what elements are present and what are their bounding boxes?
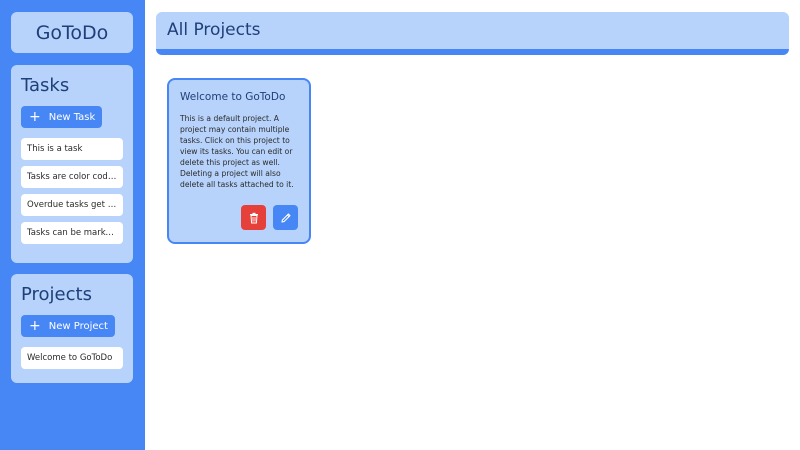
trash-icon	[249, 212, 258, 223]
tasks-panel: Tasks + New Task This is a task Tasks ar…	[11, 65, 133, 263]
new-task-button[interactable]: + New Task	[21, 106, 103, 128]
tasks-heading: Tasks	[21, 75, 70, 96]
page-title: All Projects	[167, 20, 261, 40]
new-task-label: New Task	[48, 111, 96, 123]
plus-icon: +	[29, 109, 41, 125]
new-project-button[interactable]: + New Project	[21, 315, 115, 337]
task-list-item[interactable]: This is a task	[21, 138, 123, 160]
new-project-label: New Project	[48, 320, 108, 332]
project-card-title: Welcome to GoToDo	[180, 91, 286, 103]
delete-project-button[interactable]	[241, 205, 266, 230]
task-list-item[interactable]: Tasks are color coded	[21, 166, 123, 188]
task-list-item[interactable]: Overdue tasks get re...	[21, 194, 123, 216]
project-card-description: This is a default project. A project may…	[180, 114, 294, 189]
app-logo[interactable]: GoToDo	[11, 12, 133, 53]
pencil-icon	[280, 212, 291, 223]
page-header: All Projects	[156, 12, 789, 55]
app-title: GoToDo	[35, 21, 109, 44]
sidebar: GoToDo Tasks + New Task This is a task T…	[0, 0, 145, 450]
projects-panel: Projects + New Project Welcome to GoToDo	[11, 274, 133, 383]
projects-heading: Projects	[21, 284, 92, 305]
edit-project-button[interactable]	[273, 205, 298, 230]
plus-icon: +	[29, 318, 41, 334]
task-list-item[interactable]: Tasks can be marked ...	[21, 222, 123, 244]
project-card[interactable]: Welcome to GoToDo This is a default proj…	[167, 78, 311, 244]
project-list-item[interactable]: Welcome to GoToDo	[21, 347, 123, 369]
project-card-actions	[241, 205, 298, 230]
